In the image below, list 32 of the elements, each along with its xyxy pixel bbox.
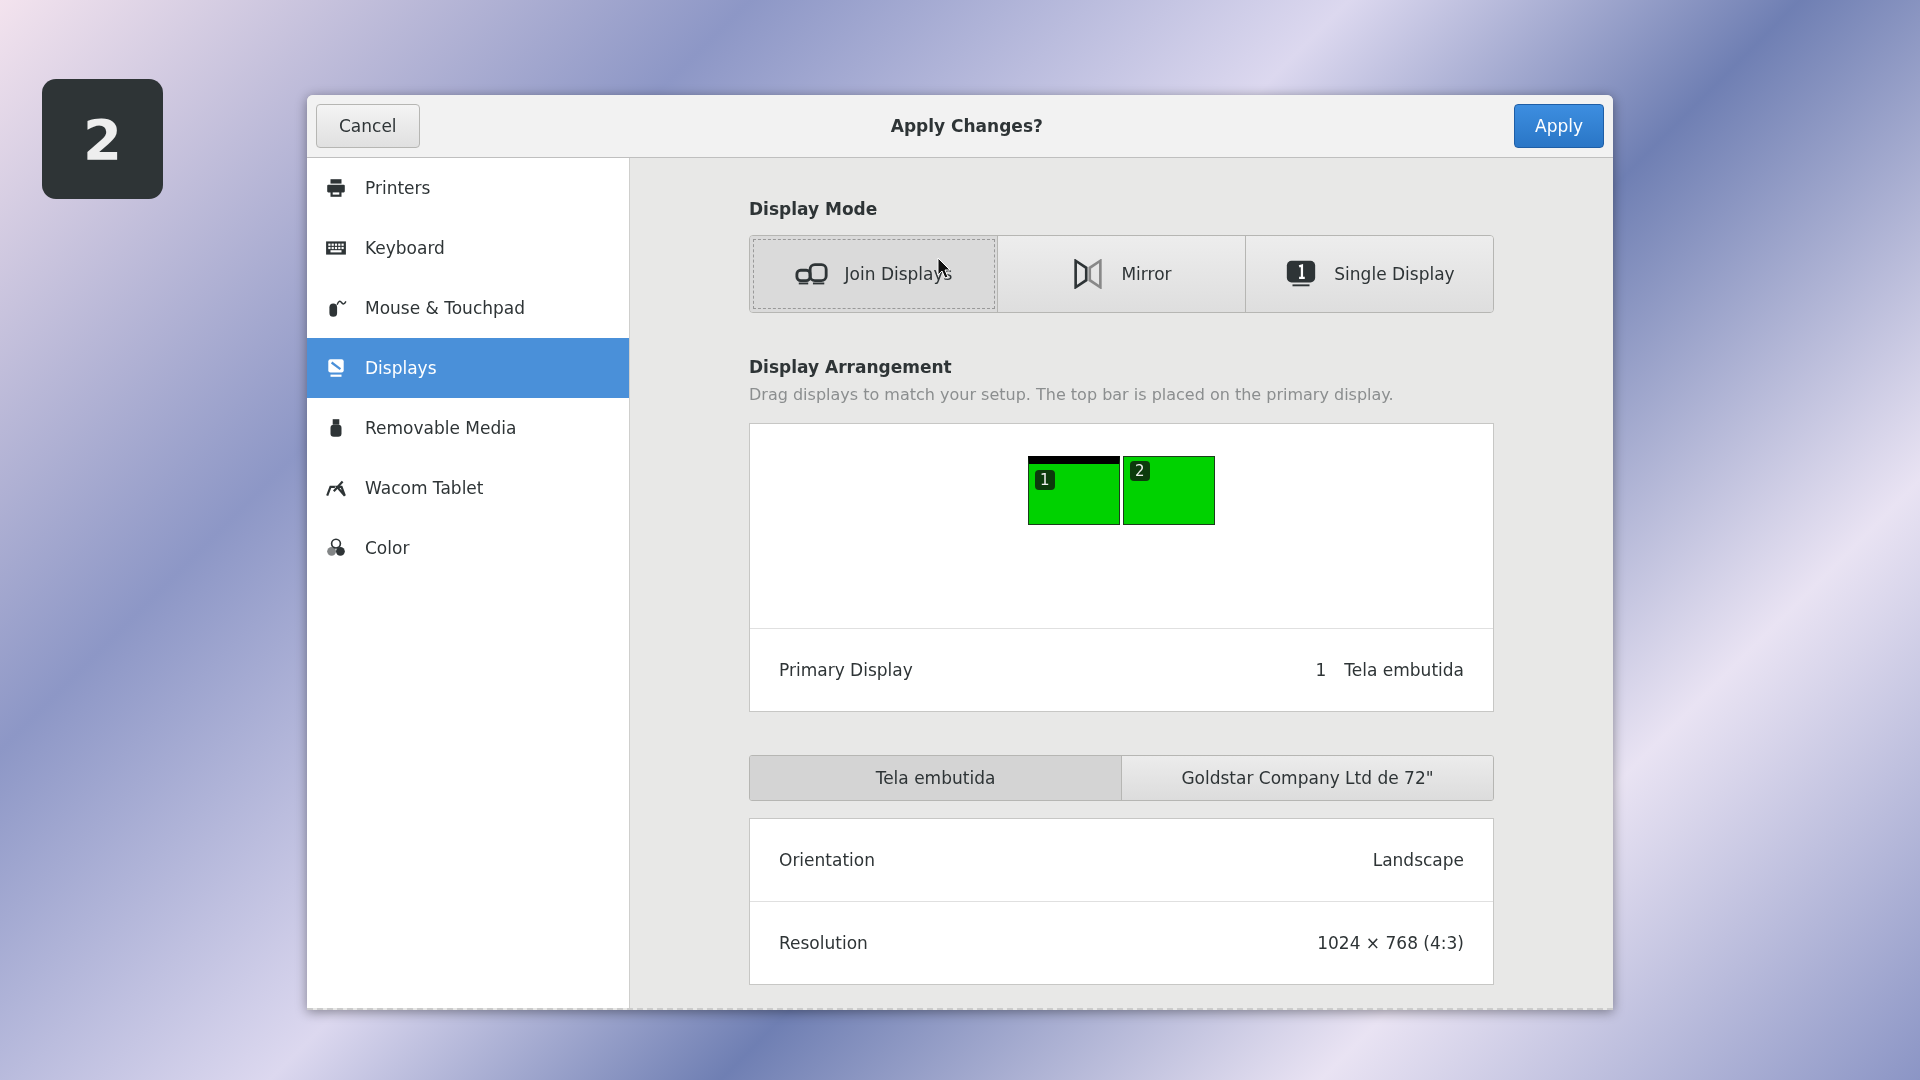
monitor-number: 1 xyxy=(1035,470,1055,490)
sidebar-item[interactable]: Wacom Tablet xyxy=(307,458,629,518)
display-tab[interactable]: Goldstar Company Ltd de 72" xyxy=(1122,756,1493,800)
sidebar-item[interactable]: Removable Media xyxy=(307,398,629,458)
display-mode-button[interactable]: Single Display xyxy=(1246,236,1493,312)
monitor-number: 2 xyxy=(1130,461,1150,481)
display-tab[interactable]: Tela embutida xyxy=(750,756,1122,800)
printer-icon xyxy=(325,177,347,199)
display-number: 1 xyxy=(1315,660,1327,680)
apply-button[interactable]: Apply xyxy=(1514,104,1604,148)
cancel-button[interactable]: Cancel xyxy=(316,104,420,148)
sidebar-item[interactable]: Mouse & Touchpad xyxy=(307,278,629,338)
sidebar-item[interactable]: Color xyxy=(307,518,629,578)
section-heading: Display Arrangement xyxy=(749,357,953,377)
display-name[interactable]: Tela embutida xyxy=(1344,660,1464,680)
section-heading: Display Mode xyxy=(749,199,879,219)
row-label: Orientation xyxy=(779,850,875,870)
monitor-preview[interactable]: 2 xyxy=(1123,456,1215,525)
sidebar-item[interactable]: Printers xyxy=(307,158,629,218)
arrangement-description: Drag displays to match your setup. The top bar is placed on the primary display. xyxy=(749,385,1395,404)
window-title: Apply Changes? xyxy=(890,116,1043,136)
row-label: Resolution xyxy=(779,933,868,953)
monitor-preview[interactable]: 1 xyxy=(1028,456,1120,525)
sidebar-item[interactable]: Keyboard xyxy=(307,218,629,278)
color-icon xyxy=(325,537,347,559)
workspace-number: 2 xyxy=(42,79,163,199)
row-value[interactable]: 1024 × 768 (4:3) xyxy=(1317,933,1464,953)
display-icon xyxy=(325,357,347,379)
display-mode-button[interactable]: Join Displays xyxy=(750,236,998,312)
row-value[interactable]: Landscape xyxy=(1372,850,1464,870)
display-mode-button[interactable]: Mirror xyxy=(998,236,1246,312)
row-label: Primary Display xyxy=(779,660,913,680)
